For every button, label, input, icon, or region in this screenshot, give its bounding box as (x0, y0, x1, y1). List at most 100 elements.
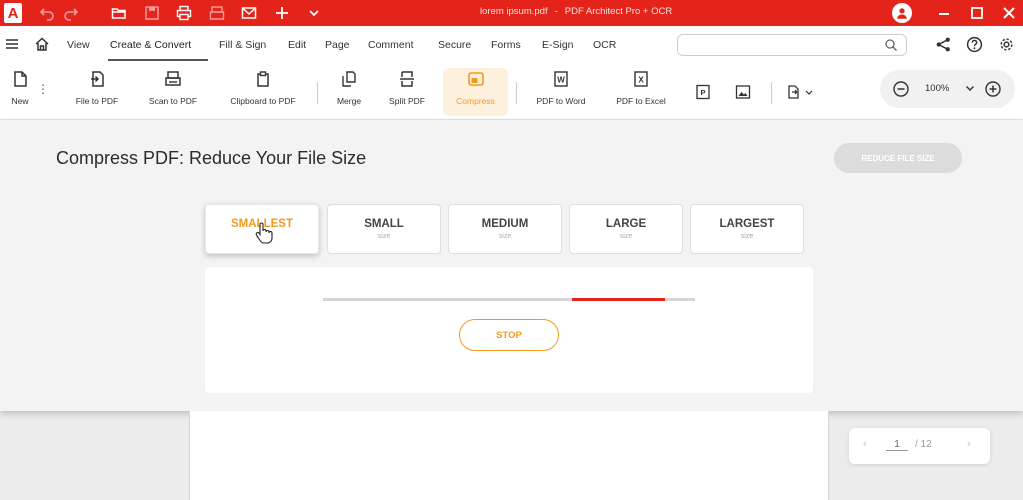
document-page (189, 411, 829, 500)
open-folder-icon[interactable] (110, 4, 128, 22)
size-option-sub: size (377, 233, 391, 240)
zoom-in-icon[interactable] (984, 80, 1002, 98)
clipboard-icon (257, 71, 269, 87)
tool-pdf-to-excel[interactable]: X PDF to Excel (606, 68, 676, 116)
size-option-sub: size (619, 233, 633, 240)
window-title: lorem ipsum.pdf - PDF Architect Pro + OCR (480, 6, 672, 17)
help-icon[interactable] (966, 36, 983, 53)
excel-icon-letter: X (638, 76, 644, 85)
tool-clipboard-to-pdf[interactable]: Clipboard to PDF (218, 68, 308, 116)
tool-clipboard-to-pdf-label: Clipboard to PDF (230, 96, 296, 106)
reduce-file-size-button[interactable]: REDUCE FILE SIZE (834, 143, 962, 173)
page-navigator: ‹ 1 / 12 › (849, 428, 990, 464)
ribbon-divider (317, 82, 318, 104)
menu-page[interactable]: Page (325, 39, 350, 51)
tool-scan-to-pdf-label: Scan to PDF (148, 96, 198, 106)
excel-icon: X (634, 71, 648, 87)
more-options-icon[interactable]: ⋮ (37, 82, 49, 96)
menu-comment[interactable]: Comment (368, 39, 414, 51)
compress-icon (467, 72, 484, 86)
undo-icon[interactable] (38, 4, 56, 22)
tool-merge[interactable]: Merge (328, 68, 370, 116)
tool-split-pdf[interactable]: Split PDF (380, 68, 434, 116)
scan-icon[interactable] (208, 4, 226, 22)
tool-pdf-to-word[interactable]: W PDF to Word (526, 68, 596, 116)
redo-icon[interactable] (62, 4, 80, 22)
ribbon-toolbar: New ⋮ File to PDF Scan to PDF Clipboard … (0, 62, 1023, 120)
compress-panel: Compress PDF: Reduce Your File Size REDU… (0, 120, 1023, 411)
tool-compress-label: Compress (456, 96, 495, 106)
menu-fill-sign[interactable]: Fill & Sign (219, 39, 266, 51)
scanner-icon (165, 71, 181, 86)
new-document-icon (14, 71, 27, 87)
size-option-small[interactable]: SMALL size (327, 204, 441, 254)
menu-edit[interactable]: Edit (288, 39, 306, 51)
title-bar: A lorem ipsum.pdf - PDF Architect Pro + OC… (0, 0, 1023, 26)
ribbon-divider (516, 82, 517, 104)
search-box (677, 34, 907, 56)
size-option-medium[interactable]: MEDIUM size (448, 204, 562, 254)
share-icon[interactable] (935, 36, 952, 53)
hamburger-menu-icon[interactable] (4, 36, 20, 52)
current-page-input[interactable]: 1 (886, 439, 908, 451)
search-input[interactable] (684, 35, 884, 56)
minimize-icon[interactable] (935, 4, 953, 22)
pdf-to-powerpoint-icon[interactable]: P (695, 84, 711, 100)
close-icon[interactable] (1000, 4, 1018, 22)
split-icon (400, 71, 414, 87)
ppt-icon-letter: P (700, 88, 705, 97)
account-avatar-icon[interactable] (892, 3, 912, 23)
menu-esign[interactable]: E-Sign (542, 39, 574, 51)
tool-compress[interactable]: Compress (443, 68, 508, 116)
hand-pointer-cursor-icon (255, 222, 273, 244)
app-name: PDF Architect Pro + OCR (564, 6, 673, 17)
next-page-icon[interactable]: › (967, 438, 971, 450)
progress-card: STOP (205, 267, 813, 393)
tool-file-to-pdf[interactable]: File to PDF (68, 68, 126, 116)
size-option-large[interactable]: LARGE size (569, 204, 683, 254)
menu-secure[interactable]: Secure (438, 39, 471, 51)
page-title: Compress PDF: Reduce Your File Size (56, 148, 367, 168)
zoom-level[interactable]: 100% (925, 83, 949, 94)
file-to-pdf-icon (91, 71, 104, 87)
settings-gear-icon[interactable] (998, 36, 1015, 53)
chevron-down-icon[interactable] (305, 4, 323, 22)
file-name: lorem ipsum.pdf (480, 6, 548, 17)
convert-more-icon[interactable] (786, 84, 816, 100)
total-pages: / 12 (915, 439, 932, 450)
search-icon[interactable] (884, 38, 898, 52)
size-option-label: MEDIUM (481, 218, 529, 230)
tool-split-pdf-label: Split PDF (389, 96, 425, 106)
menu-forms[interactable]: Forms (491, 39, 521, 51)
size-option-largest[interactable]: LARGEST size (690, 204, 804, 254)
home-icon[interactable] (34, 36, 50, 52)
app-logo[interactable]: A (0, 0, 26, 26)
print-icon[interactable] (175, 4, 193, 22)
app-logo-letter: A (4, 3, 22, 23)
word-icon-letter: W (557, 76, 565, 85)
email-icon[interactable] (240, 4, 258, 22)
zoom-dropdown-chevron-icon[interactable] (964, 82, 976, 94)
save-icon[interactable] (143, 4, 161, 22)
tool-pdf-to-excel-label: PDF to Excel (616, 96, 666, 106)
ribbon-divider (771, 82, 772, 104)
word-icon: W (554, 71, 568, 87)
prev-page-icon[interactable]: ‹ (863, 438, 867, 450)
menu-ocr[interactable]: OCR (593, 39, 616, 51)
tool-scan-to-pdf[interactable]: Scan to PDF (140, 68, 206, 116)
maximize-icon[interactable] (968, 4, 986, 22)
size-option-sub: size (740, 233, 754, 240)
tool-file-to-pdf-label: File to PDF (75, 96, 119, 106)
title-separator: - (554, 6, 558, 17)
tool-new-label: New (11, 96, 29, 106)
tool-merge-label: Merge (336, 96, 362, 106)
menu-bar: View Create & Convert Fill & Sign Edit P… (0, 26, 1023, 62)
pdf-to-image-icon[interactable] (735, 84, 751, 100)
size-option-label: LARGE (605, 218, 647, 230)
tool-new[interactable]: New (4, 68, 36, 116)
plus-icon[interactable] (273, 4, 291, 22)
menu-view[interactable]: View (67, 39, 90, 51)
zoom-out-icon[interactable] (892, 80, 910, 98)
stop-button[interactable]: STOP (459, 319, 559, 351)
menu-create-convert[interactable]: Create & Convert (110, 39, 191, 51)
